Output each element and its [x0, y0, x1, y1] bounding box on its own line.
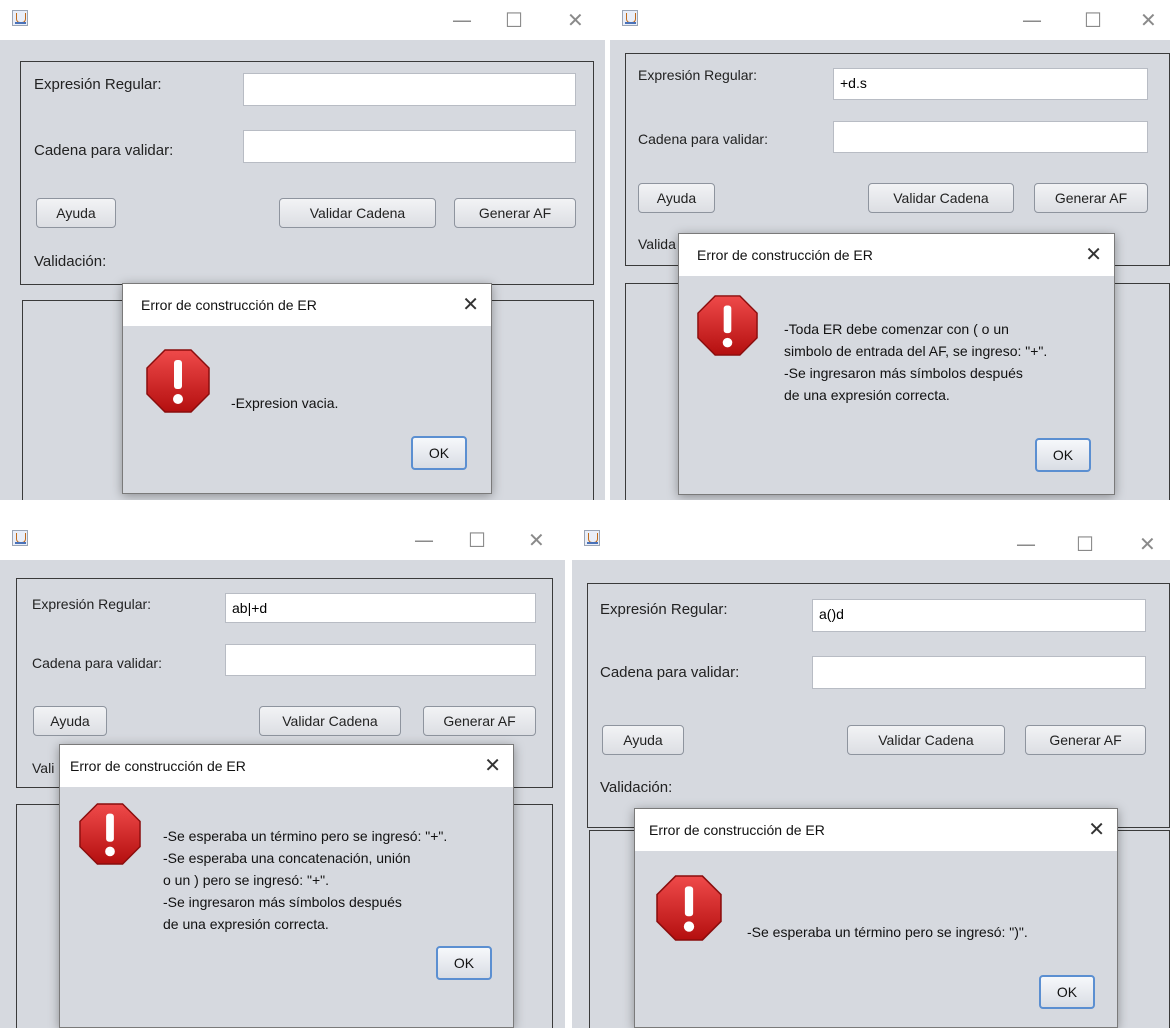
string-label: Cadena para validar: — [600, 664, 740, 681]
minimize-icon[interactable]: — — [1016, 532, 1036, 556]
minimize-icon[interactable]: — — [452, 8, 472, 32]
ok-button[interactable]: OK — [411, 436, 467, 470]
java-app-icon — [622, 10, 638, 26]
dialog-message-line: de una expresión correcta. — [784, 387, 950, 403]
error-stop-icon — [146, 349, 210, 413]
generate-af-button[interactable]: Generar AF — [1034, 183, 1148, 213]
string-input[interactable] — [225, 644, 536, 676]
close-icon[interactable]: ✕ — [528, 528, 545, 552]
dialog-title-bar: Error de construcción de ER ✕ — [635, 809, 1117, 851]
help-button[interactable]: Ayuda — [602, 725, 684, 755]
error-stop-icon — [79, 803, 141, 865]
regex-input[interactable]: ab|+d — [225, 593, 536, 623]
dialog-title-bar: Error de construcción de ER ✕ — [60, 745, 513, 787]
app-window-2: — ☐ ✕ Expresión Regular: +d.s Cadena par… — [610, 0, 1170, 500]
validate-button[interactable]: Validar Cadena — [847, 725, 1005, 755]
title-bar: — ☐ ✕ — [0, 0, 605, 40]
java-app-icon — [12, 530, 28, 546]
generate-af-button[interactable]: Generar AF — [423, 706, 536, 736]
dialog-title: Error de construcción de ER — [70, 758, 246, 774]
maximize-icon[interactable]: ☐ — [1084, 8, 1102, 32]
regex-label: Expresión Regular: — [600, 601, 728, 618]
regex-label: Expresión Regular: — [638, 67, 758, 83]
string-label: Cadena para validar: — [638, 131, 768, 147]
maximize-icon[interactable]: ☐ — [1076, 532, 1094, 556]
validate-button[interactable]: Validar Cadena — [279, 198, 436, 228]
dialog-close-icon[interactable]: ✕ — [1085, 242, 1102, 266]
dialog-close-icon[interactable]: ✕ — [484, 753, 501, 777]
string-label: Cadena para validar: — [32, 655, 162, 671]
help-button[interactable]: Ayuda — [638, 183, 715, 213]
dialog-message-line: -Expresion vacia. — [231, 395, 339, 411]
regex-input[interactable] — [243, 73, 576, 106]
title-bar: — ☐ ✕ — [572, 520, 1170, 560]
maximize-icon[interactable]: ☐ — [505, 8, 523, 32]
ok-button[interactable]: OK — [1039, 975, 1095, 1009]
string-input[interactable] — [243, 130, 576, 163]
dialog-title: Error de construcción de ER — [141, 297, 317, 313]
generate-af-button[interactable]: Generar AF — [454, 198, 576, 228]
string-input[interactable] — [812, 656, 1146, 689]
java-app-icon — [12, 10, 28, 26]
dialog-title: Error de construcción de ER — [649, 822, 825, 838]
dialog-title-bar: Error de construcción de ER ✕ — [123, 284, 491, 326]
validation-label: Validación: — [34, 253, 107, 270]
dialog-message-line: o un ) pero se ingresó: "+". — [163, 872, 329, 888]
dialog-message-line: -Se esperaba una concatenación, unión — [163, 850, 411, 866]
ok-button[interactable]: OK — [436, 946, 492, 980]
dialog-close-icon[interactable]: ✕ — [1088, 817, 1105, 841]
error-stop-icon — [656, 875, 722, 941]
regex-label: Expresión Regular: — [34, 76, 162, 93]
error-dialog: Error de construcción de ER ✕ -Se espera… — [634, 808, 1118, 1028]
regex-input[interactable]: a()d — [812, 599, 1146, 632]
validation-label: Vali — [32, 760, 55, 776]
dialog-message-line: simbolo de entrada del AF, se ingreso: "… — [784, 343, 1048, 359]
app-window-4: — ☐ ✕ Expresión Regular: a()d Cadena par… — [572, 520, 1170, 1028]
dialog-message-line: -Se ingresaron más símbolos después — [163, 894, 402, 910]
error-dialog: Error de construcción de ER ✕ -Toda ER d… — [678, 233, 1115, 495]
error-dialog: Error de construcción de ER ✕ -Se espera… — [59, 744, 514, 1028]
dialog-message-line: -Se esperaba un término pero se ingresó:… — [163, 828, 448, 844]
generate-af-button[interactable]: Generar AF — [1025, 725, 1146, 755]
close-icon[interactable]: ✕ — [1140, 8, 1157, 32]
error-dialog: Error de construcción de ER ✕ -Expresion… — [122, 283, 492, 494]
dialog-message-line: -Se esperaba un término pero se ingresó:… — [747, 924, 1028, 940]
regex-input[interactable]: +d.s — [833, 68, 1148, 100]
help-button[interactable]: Ayuda — [36, 198, 116, 228]
dialog-title-bar: Error de construcción de ER ✕ — [679, 234, 1114, 276]
dialog-message-line: de una expresión correcta. — [163, 916, 329, 932]
dialog-message-line: -Toda ER debe comenzar con ( o un — [784, 321, 1009, 337]
regex-label: Expresión Regular: — [32, 596, 152, 612]
help-button[interactable]: Ayuda — [33, 706, 107, 736]
close-icon[interactable]: ✕ — [1139, 532, 1156, 556]
close-icon[interactable]: ✕ — [567, 8, 584, 32]
error-stop-icon — [697, 295, 758, 356]
app-window-3: — ☐ ✕ Expresión Regular: ab|+d Cadena pa… — [0, 520, 565, 1028]
dialog-close-icon[interactable]: ✕ — [462, 292, 479, 316]
dialog-message-line: -Se ingresaron más símbolos después — [784, 365, 1023, 381]
title-bar: — ☐ ✕ — [0, 520, 565, 560]
minimize-icon[interactable]: — — [1022, 8, 1042, 32]
validate-button[interactable]: Validar Cadena — [259, 706, 401, 736]
java-app-icon — [584, 530, 600, 546]
validate-button[interactable]: Validar Cadena — [868, 183, 1014, 213]
title-bar: — ☐ ✕ — [610, 0, 1170, 40]
validation-label: Validación: — [600, 779, 673, 796]
maximize-icon[interactable]: ☐ — [468, 528, 486, 552]
ok-button[interactable]: OK — [1035, 438, 1091, 472]
validation-label: Valida — [638, 236, 676, 252]
string-input[interactable] — [833, 121, 1148, 153]
dialog-title: Error de construcción de ER — [697, 247, 873, 263]
string-label: Cadena para validar: — [34, 142, 174, 159]
app-window-1: — ☐ ✕ Expresión Regular: Cadena para val… — [0, 0, 605, 500]
minimize-icon[interactable]: — — [414, 528, 434, 552]
